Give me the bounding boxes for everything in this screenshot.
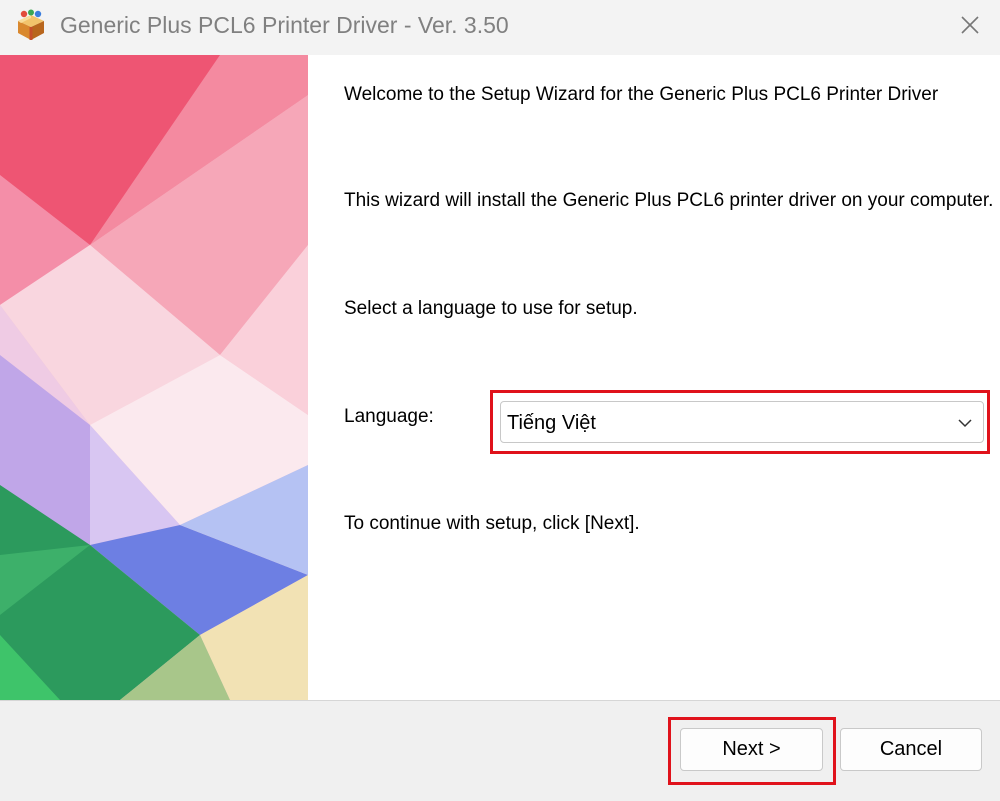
language-select[interactable]: Tiếng Việt bbox=[500, 401, 984, 443]
wizard-side-image bbox=[0, 55, 308, 700]
close-button[interactable] bbox=[946, 4, 994, 46]
wizard-description: This wizard will install the Generic Plu… bbox=[344, 190, 994, 211]
select-language-prompt: Select a language to use for setup. bbox=[344, 298, 638, 319]
next-button[interactable]: Next > bbox=[680, 728, 823, 771]
window-title: Generic Plus PCL6 Printer Driver - Ver. … bbox=[60, 12, 509, 38]
close-icon bbox=[961, 16, 979, 34]
cancel-button[interactable]: Cancel bbox=[840, 728, 982, 771]
title-bar: Generic Plus PCL6 Printer Driver - Ver. … bbox=[0, 0, 1000, 55]
language-select-value: Tiếng Việt bbox=[507, 412, 596, 434]
welcome-heading: Welcome to the Setup Wizard for the Gene… bbox=[344, 84, 939, 105]
wizard-content: Welcome to the Setup Wizard for the Gene… bbox=[308, 55, 1000, 700]
installer-box-icon bbox=[14, 9, 48, 43]
setup-wizard-window: Generic Plus PCL6 Printer Driver - Ver. … bbox=[0, 0, 1000, 801]
language-label: Language: bbox=[344, 406, 434, 427]
chevron-down-icon bbox=[958, 419, 972, 428]
continue-instruction: To continue with setup, click [Next]. bbox=[344, 513, 640, 534]
